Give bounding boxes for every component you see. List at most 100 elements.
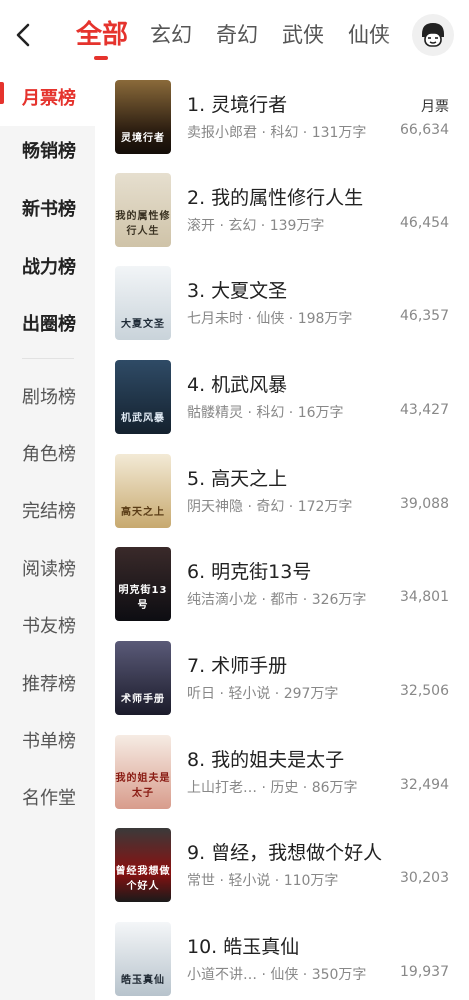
ticket-count: 30,203 xyxy=(400,870,449,886)
book-meta: 滚开 · 玄幻 · 139万字 xyxy=(187,218,325,234)
tab-xuanhuan[interactable]: 玄幻 xyxy=(150,18,192,52)
book-title: 3. 大夏文圣 xyxy=(187,280,288,302)
book-title: 4. 机武风暴 xyxy=(187,374,288,396)
chevron-left-icon xyxy=(16,23,30,47)
book-cover: 曾经我想做个好人 xyxy=(115,828,171,902)
sidebar-item-masterpieces[interactable]: 名作堂 xyxy=(0,768,95,826)
book-title: 10. 皓玉真仙 xyxy=(187,936,300,958)
active-indicator xyxy=(0,82,4,104)
book-row-5[interactable]: 高天之上 5. 高天之上 阴天神隐 · 奇幻 · 172万字 39,088 xyxy=(95,444,469,537)
sidebar-item-power[interactable]: 战力榜 xyxy=(0,237,95,295)
cover-title: 明克街13号 xyxy=(118,585,168,611)
tab-label: 奇幻 xyxy=(216,23,259,47)
sidebar-item-monthly-ticket[interactable]: 月票榜 xyxy=(0,68,95,126)
tab-wuxia[interactable]: 武侠 xyxy=(282,18,324,52)
book-row-10[interactable]: 皓玉真仙 10. 皓玉真仙 小道不讲… · 仙侠 · 350万字 19,937 xyxy=(95,912,469,1000)
book-meta: 骷髅精灵 · 科幻 · 16万字 xyxy=(187,405,344,421)
tab-qihuan[interactable]: 奇幻 xyxy=(216,18,258,52)
book-meta: 纯洁滴小龙 · 都市 · 326万字 xyxy=(187,592,367,608)
book-meta: 听日 · 轻小说 · 297万字 xyxy=(187,686,339,702)
book-cover: 明克街13号 xyxy=(115,547,171,621)
ticket-count: 39,088 xyxy=(400,496,449,512)
sidebar-item-reading[interactable]: 阅读榜 xyxy=(0,539,95,597)
cover-title: 大夏文圣 xyxy=(121,319,165,330)
sidebar-item-booklist[interactable]: 书单榜 xyxy=(0,711,95,769)
sidebar-item-label: 角色榜 xyxy=(22,444,76,465)
sidebar-item-label: 完结榜 xyxy=(22,501,76,522)
sidebar-item-breakout[interactable]: 出圈榜 xyxy=(0,294,95,352)
book-row-3[interactable]: 大夏文圣 3. 大夏文圣 七月未时 · 仙侠 · 198万字 46,357 xyxy=(95,256,469,349)
book-row-1[interactable]: 灵境行者 1. 灵境行者 月票 卖报小郎君 · 科幻 · 131万字 66,63… xyxy=(95,70,469,163)
sidebar-item-character[interactable]: 角色榜 xyxy=(0,424,95,482)
cover-title: 高天之上 xyxy=(121,507,165,518)
book-title: 7. 术师手册 xyxy=(187,655,288,677)
book-title: 2. 我的属性修行人生 xyxy=(187,187,364,209)
book-meta: 阴天神隐 · 奇幻 · 172万字 xyxy=(187,499,353,515)
sidebar-item-recommend[interactable]: 推荐榜 xyxy=(0,654,95,712)
tab-label: 武侠 xyxy=(282,23,325,47)
book-cover: 我的姐夫是太子 xyxy=(115,735,171,809)
book-title: 1. 灵境行者 xyxy=(187,94,288,116)
cover-title: 机武风暴 xyxy=(121,413,165,424)
book-meta: 卖报小郎君 · 科幻 · 131万字 xyxy=(187,125,367,141)
book-row-9[interactable]: 曾经我想做个好人 9. 曾经，我想做个好人 常世 · 轻小说 · 110万字 3… xyxy=(95,818,469,911)
book-cover: 皓玉真仙 xyxy=(115,922,171,996)
metric-label: 月票 xyxy=(421,99,449,115)
sidebar-item-label: 推荐榜 xyxy=(22,674,76,695)
sidebar-item-label: 书友榜 xyxy=(22,616,76,637)
book-cover: 机武风暴 xyxy=(115,360,171,434)
book-meta: 上山打老… · 历史 · 86万字 xyxy=(187,780,358,796)
ticket-count: 46,357 xyxy=(400,308,449,324)
book-cover: 高天之上 xyxy=(115,454,171,528)
book-title: 6. 明克街13号 xyxy=(187,561,312,583)
book-meta: 常世 · 轻小说 · 110万字 xyxy=(187,873,339,889)
ticket-count: 43,427 xyxy=(400,402,449,418)
sidebar-item-book-friends[interactable]: 书友榜 xyxy=(0,596,95,654)
sidebar-item-label: 阅读榜 xyxy=(22,559,76,580)
tabs-fade xyxy=(382,10,416,60)
book-row-2[interactable]: 我的属性修行人生 2. 我的属性修行人生 滚开 · 玄幻 · 139万字 46,… xyxy=(95,163,469,256)
sidebar-item-label: 月票榜 xyxy=(22,88,76,109)
sidebar-item-label: 出圈榜 xyxy=(22,314,76,335)
sidebar-item-label: 战力榜 xyxy=(22,257,76,278)
cover-title: 皓玉真仙 xyxy=(121,975,165,986)
category-tabs: 全部 玄幻 奇幻 武侠 仙侠 xyxy=(76,18,414,60)
cover-title: 我的属性修行人生 xyxy=(115,211,171,237)
book-title: 9. 曾经，我想做个好人 xyxy=(187,842,383,864)
tab-label: 玄幻 xyxy=(150,23,193,47)
sidebar-item-bestseller[interactable]: 畅销榜 xyxy=(0,121,95,179)
sidebar-item-label: 畅销榜 xyxy=(22,141,76,162)
cover-title: 灵境行者 xyxy=(121,133,165,144)
book-meta: 小道不讲… · 仙侠 · 350万字 xyxy=(187,967,367,983)
sidebar-item-label: 新书榜 xyxy=(22,199,76,220)
book-title: 8. 我的姐夫是太子 xyxy=(187,749,345,771)
book-row-8[interactable]: 我的姐夫是太子 8. 我的姐夫是太子 上山打老… · 历史 · 86万字 32,… xyxy=(95,725,469,818)
ticket-count: 19,937 xyxy=(400,964,449,980)
tab-label: 全部 xyxy=(76,20,129,50)
back-button[interactable] xyxy=(10,20,36,50)
tab-all[interactable]: 全部 xyxy=(76,18,129,60)
book-row-6[interactable]: 明克街13号 6. 明克街13号 纯洁滴小龙 · 都市 · 326万字 34,8… xyxy=(95,537,469,630)
sidebar-item-label: 书单榜 xyxy=(22,731,76,752)
tab-active-indicator xyxy=(94,56,108,60)
sidebar-item-new-books[interactable]: 新书榜 xyxy=(0,179,95,237)
sidebar-divider xyxy=(22,358,74,359)
book-row-4[interactable]: 机武风暴 4. 机武风暴 骷髅精灵 · 科幻 · 16万字 43,427 xyxy=(95,350,469,443)
user-face-icon xyxy=(422,23,444,47)
top-bar: 全部 玄幻 奇幻 武侠 仙侠 xyxy=(0,0,469,68)
book-cover: 术师手册 xyxy=(115,641,171,715)
book-cover: 大夏文圣 xyxy=(115,266,171,340)
sidebar-item-theater[interactable]: 剧场榜 xyxy=(0,367,95,425)
cover-title: 术师手册 xyxy=(121,694,165,705)
ticket-count: 32,506 xyxy=(400,683,449,699)
book-cover: 灵境行者 xyxy=(115,80,171,154)
ranking-sidebar: 月票榜 畅销榜 新书榜 战力榜 出圈榜 剧场榜 角色榜 完结榜 阅读榜 书友榜 … xyxy=(0,68,95,1000)
sidebar-item-label: 名作堂 xyxy=(22,788,76,809)
ticket-count: 46,454 xyxy=(400,215,449,231)
book-row-7[interactable]: 术师手册 7. 术师手册 听日 · 轻小说 · 297万字 32,506 xyxy=(95,631,469,724)
ticket-count: 66,634 xyxy=(400,122,449,138)
sidebar-item-completed[interactable]: 完结榜 xyxy=(0,481,95,539)
ticket-count: 32,494 xyxy=(400,777,449,793)
ticket-count: 34,801 xyxy=(400,589,449,605)
user-avatar-button[interactable] xyxy=(412,14,454,56)
